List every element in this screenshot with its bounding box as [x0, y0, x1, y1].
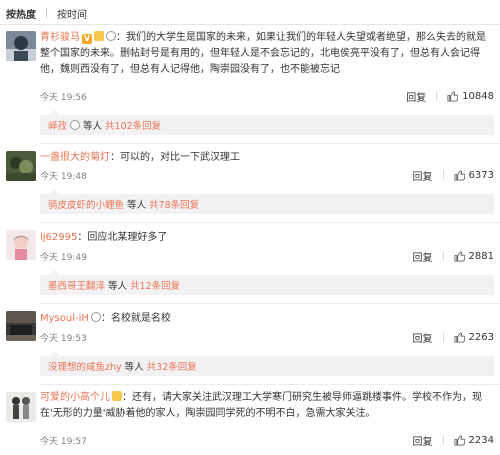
thumbs-up-icon	[454, 250, 465, 262]
reply-count-link[interactable]: 共32条回复	[147, 359, 197, 373]
reply-username[interactable]: 墨西哥王翻泽	[48, 278, 105, 292]
sort-bar: 按热度 按时间	[6, 4, 87, 22]
divider	[40, 384, 500, 385]
reply-username[interactable]: 没理想的咸鱼zhy	[48, 359, 122, 373]
reply-button[interactable]: 回复	[413, 330, 433, 345]
sort-by-hot-tab[interactable]: 按热度	[6, 6, 36, 21]
sort-by-time-tab[interactable]: 按时间	[57, 6, 87, 21]
like-button[interactable]: 2881	[454, 251, 494, 262]
reply-summary[interactable]: 骑皮皮虾的小鲤鱼 等人 共78条回复	[40, 189, 494, 214]
reply-button[interactable]: 回复	[413, 168, 433, 183]
comment-text: ：名校就是名校	[100, 313, 171, 324]
like-count: 2234	[468, 434, 494, 446]
reply-username[interactable]: 峄孜	[48, 118, 67, 132]
reply-count-link[interactable]: 共102条回复	[105, 118, 161, 132]
like-button[interactable]: 2234	[454, 435, 494, 446]
thumbs-up-icon	[454, 169, 465, 181]
like-count: 2881	[468, 250, 494, 262]
avatar-image-icon	[6, 392, 36, 422]
sort-divider	[46, 8, 47, 18]
avatar[interactable]	[6, 230, 36, 260]
vip-icon	[94, 31, 104, 41]
reply-button[interactable]: 回复	[413, 433, 433, 448]
thumbs-up-icon	[454, 434, 465, 446]
comment-timestamp: 今天 19:57	[40, 436, 87, 447]
comment-text: ：回应北某理好多了	[77, 232, 168, 243]
comment-username[interactable]: 一盏很大的菊灯	[40, 152, 110, 163]
avatar[interactable]	[6, 151, 36, 181]
comment-username[interactable]: 青衫骏马	[40, 32, 80, 43]
divider	[40, 303, 500, 304]
reply-summary[interactable]: 墨西哥王翻泽 等人 共12条回复	[40, 270, 494, 295]
reply-username[interactable]: 骑皮皮虾的小鲤鱼	[48, 197, 124, 211]
avatar-image-icon	[6, 311, 36, 341]
like-count: 6373	[468, 169, 494, 181]
divider	[0, 24, 500, 25]
reply-count-link[interactable]: 共78条回复	[149, 197, 199, 211]
panda-icon	[70, 120, 81, 130]
comment-timestamp: 今天 19:56	[40, 92, 87, 103]
panda-icon	[90, 312, 101, 322]
avatar-image-icon	[6, 31, 36, 61]
reply-count-link[interactable]: 共12条回复	[130, 278, 180, 292]
like-button[interactable]: 10848	[447, 91, 494, 102]
comment-username[interactable]: 可爱的小高个儿	[40, 392, 110, 403]
panda-icon	[106, 31, 116, 41]
thumbs-up-icon	[447, 90, 459, 102]
reply-button[interactable]: 回复	[413, 249, 433, 264]
avatar-image-icon	[6, 230, 36, 260]
comment-timestamp: 今天 19:53	[40, 333, 87, 344]
thumbs-up-icon	[454, 331, 465, 343]
avatar[interactable]	[6, 392, 36, 422]
avatar[interactable]	[6, 31, 36, 61]
comment-timestamp: 今天 19:49	[40, 252, 87, 263]
avatar[interactable]	[6, 311, 36, 341]
like-count: 10848	[462, 90, 494, 102]
verified-icon: V	[82, 34, 92, 44]
comment-username[interactable]: lj62995	[40, 232, 77, 243]
like-button[interactable]: 2263	[454, 332, 494, 343]
comment-timestamp: 今天 19:48	[40, 171, 87, 182]
reply-summary[interactable]: 没理想的咸鱼zhy 等人 共32条回复	[40, 351, 494, 376]
reply-summary[interactable]: 峄孜 等人 共102条回复	[40, 110, 494, 135]
divider	[40, 143, 500, 144]
reply-button[interactable]: 回复	[406, 89, 426, 104]
comment-text: ：可以的，对比一下武汉理工	[110, 152, 240, 163]
comment-username[interactable]: Mysoul-iH	[40, 313, 89, 324]
like-count: 2263	[468, 331, 494, 343]
divider	[40, 222, 500, 223]
avatar-image-icon	[6, 151, 36, 181]
like-button[interactable]: 6373	[454, 170, 494, 181]
vip-icon	[112, 391, 122, 401]
